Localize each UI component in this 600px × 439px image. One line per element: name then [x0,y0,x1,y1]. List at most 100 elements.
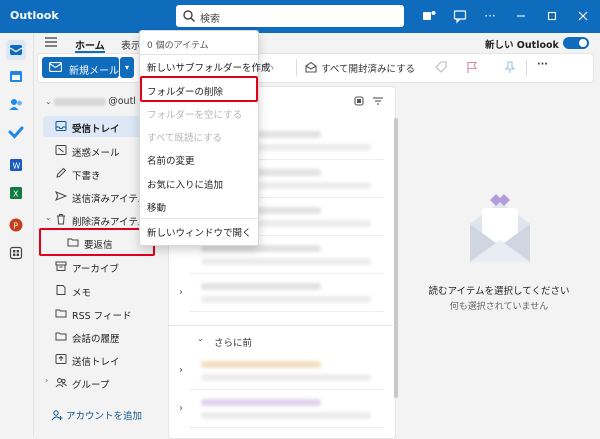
menu-item-open-new-window[interactable]: 新しいウィンドウで開く [140,220,258,242]
rail-people-icon[interactable] [6,94,26,114]
pin-icon[interactable] [503,60,517,77]
ribbon-divider [526,59,527,76]
more-icon[interactable]: ··· [482,8,498,24]
minimize-icon[interactable] [513,8,529,24]
folder-label: 送信トレイ [72,357,120,368]
rail-word-icon[interactable]: W [6,155,26,175]
folder-context-menu: 0 個のアイテム 新しいサブフォルダーを作成 フォルダーの削除 フォルダーを空に… [139,30,271,246]
group-icon [55,378,67,388]
outbox-icon [55,354,67,364]
hamburger-icon[interactable] [45,37,57,47]
menu-item-add-favorite[interactable]: お気に入りに追加 [140,172,258,194]
scroll-thumb[interactable] [394,118,398,398]
trash-icon [57,214,65,225]
folder-outbox[interactable]: 送信トレイ [43,349,161,370]
new-mail-label: 新規メール [69,66,119,77]
menu-item-label: すべて既読にする [147,133,223,144]
maximize-icon[interactable] [544,8,560,24]
chevron-down-icon: ⌄ [45,213,52,222]
chevron-right-icon[interactable]: › [179,365,183,376]
rail-powerpoint-icon[interactable]: P [6,215,26,235]
folder-label: 受信トレイ [72,124,120,135]
folder-label: 会話の履歴 [72,334,120,345]
teams-icon[interactable] [421,8,437,24]
pencil-icon [56,167,67,178]
ribbon-more-icon[interactable]: ··· [537,59,548,70]
reading-empty-subtitle: 何も選択されていません [449,302,549,312]
feedback-icon[interactable] [452,8,468,24]
context-menu-header: 0 個のアイテム [147,41,209,51]
account-suffix: @outl [108,96,136,107]
new-outlook-toggle[interactable] [563,37,589,49]
folder-archive[interactable]: アーカイブ [43,256,161,277]
folder-conversation-history[interactable]: 会話の履歴 [43,326,161,347]
new-mail-button[interactable]: 新規メール [42,57,119,78]
menu-item-move[interactable]: 移動 [140,195,258,217]
chevron-down-icon[interactable]: ⌄ [197,334,204,343]
chevron-down-icon: ⌄ [45,97,55,106]
rail-todo-icon[interactable] [6,122,26,142]
account-name-blurred [54,97,107,106]
rail-mail-icon[interactable] [6,40,26,60]
list-item[interactable] [189,275,384,312]
menu-item-empty-folder: フォルダーを空にする [140,102,258,124]
menu-item-label: フォルダーを空にする [147,110,243,121]
menu-item-new-subfolder[interactable]: 新しいサブフォルダーを作成 [140,55,271,77]
flag-icon[interactable] [465,60,479,77]
search-input[interactable]: 検索 [200,10,220,25]
menu-item-mark-all-read: すべて既読にする [140,125,258,147]
tab-home[interactable]: ホーム [75,37,105,52]
close-icon[interactable] [575,8,591,24]
highlight-box-menu [140,76,258,102]
mark-all-read-button[interactable]: すべて開封済みにする [321,61,415,75]
list-item[interactable] [189,391,384,428]
section-label: さらに前 [214,338,253,349]
menu-item-label: 名前の変更 [147,156,195,167]
menu-item-label: お気に入りに追加 [147,180,224,191]
reading-empty-title: 読むアイテムを選択してください [428,286,570,297]
list-item[interactable] [189,353,384,390]
account-header[interactable]: ⌄ @outl [45,96,136,107]
new-outlook-label: 新しい Outlook [485,40,559,51]
tab-view[interactable]: 表示 [121,37,141,52]
section-divider [169,325,393,326]
folder-label: 下書き [72,171,101,182]
rail-excel-icon[interactable]: X [6,183,26,203]
rail-apps-icon[interactable] [6,243,26,263]
list-scrollbar[interactable] [393,88,399,437]
folder-icon [55,332,67,341]
junk-icon [55,145,67,155]
ribbon: 新規メール ▾ すべて開封済みにする ··· [37,53,594,83]
envelope-open-icon[interactable] [304,60,318,77]
add-account-label: アカウントを追加 [66,411,143,422]
chevron-right-icon[interactable]: › [179,403,183,414]
folder-label: グループ [72,380,110,391]
filter-icon[interactable] [372,95,384,110]
folder-label: 削除済みアイテム [72,217,148,228]
toggle-knob [579,39,587,47]
archive-icon [55,261,67,271]
folder-label: RSS フィード [72,311,132,322]
folder-rss[interactable]: RSS フィード [43,303,161,324]
folder-groups[interactable]: › グループ [43,372,161,393]
svg-text:W: W [13,162,21,171]
chevron-right-icon[interactable]: › [179,287,183,298]
envelope-illustration-icon [470,194,530,262]
folder-label: メモ [72,288,92,299]
chevron-right-icon: › [45,376,49,385]
menu-item-label: 新しいサブフォルダーを作成 [147,63,271,74]
menu-divider [140,218,258,219]
ribbon-tabs: ホーム 表示 新しい Outlook [33,33,600,53]
tag-icon[interactable] [434,60,448,77]
rail-calendar-icon[interactable] [6,66,26,86]
add-account-link[interactable]: アカウントを追加 [51,408,142,422]
menu-item-rename[interactable]: 名前の変更 [140,148,258,170]
search-box[interactable]: 検索 [176,5,404,27]
folder-label: 迷惑メール [72,148,120,159]
folder-notes[interactable]: メモ [43,280,161,301]
new-mail-dropdown[interactable]: ▾ [120,57,134,78]
highlight-box-folder [39,228,155,256]
select-icon[interactable] [353,95,365,110]
chevron-down-icon: ▾ [124,63,129,72]
svg-text:X: X [13,190,19,199]
